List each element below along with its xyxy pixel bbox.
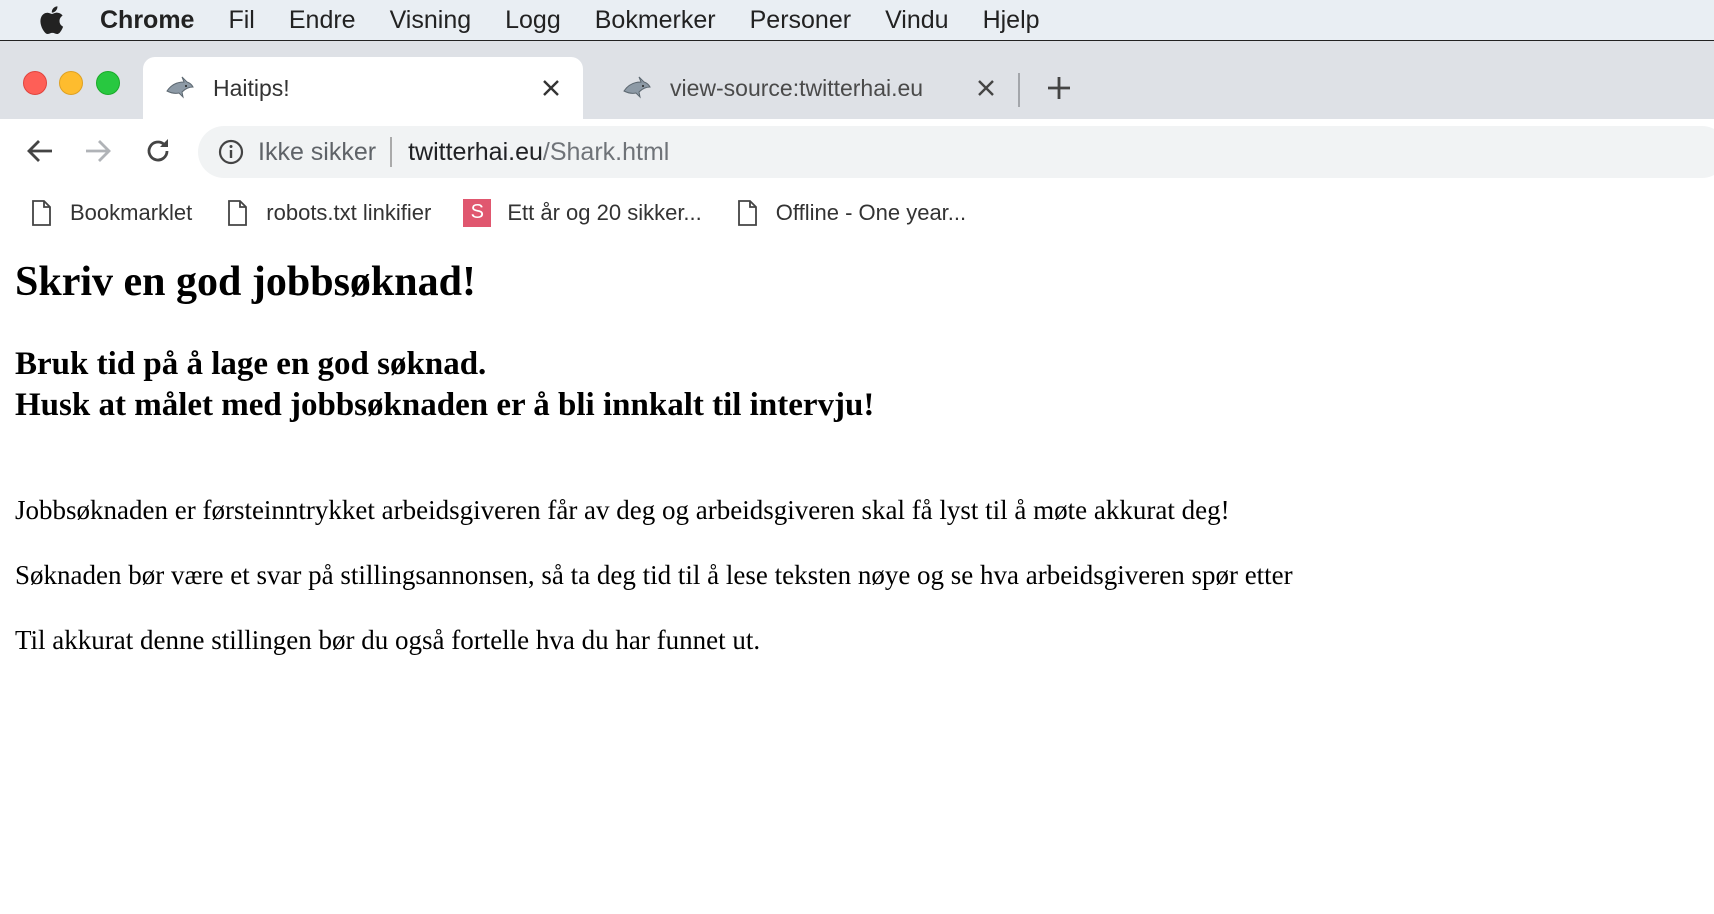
shark-favicon-icon (620, 72, 652, 104)
page-content: Skriv en god jobbsøknad! Bruk tid på å l… (0, 242, 1714, 914)
subheading-line-1: Bruk tid på å lage en god søknad. (15, 346, 487, 382)
menu-vindu[interactable]: Vindu (885, 6, 949, 35)
security-label[interactable]: Ikke sikker (258, 138, 376, 167)
paragraph-1: Jobbsøknaden er førsteinntrykket arbeids… (15, 495, 1230, 525)
tab-strip: Haitips! view-source:twitterhai.eu (0, 41, 1714, 119)
bookmark-label: Ett år og 20 sikker... (507, 199, 702, 225)
tab-divider (1018, 73, 1020, 107)
tab-title: view-source:twitterhai.eu (670, 74, 924, 101)
menu-personer[interactable]: Personer (750, 6, 851, 35)
s-favicon-icon: S (463, 198, 492, 227)
minimize-window-button[interactable] (59, 71, 83, 95)
browser-chrome: Haitips! view-source:twitterhai.eu Ikke … (0, 40, 1714, 243)
page-icon (734, 198, 760, 228)
menu-endre[interactable]: Endre (289, 6, 356, 35)
subheading-line-2: Husk at målet med jobbsøknaden er å bli … (15, 387, 875, 423)
menu-visning[interactable]: Visning (390, 6, 472, 35)
new-tab-button[interactable] (1042, 71, 1076, 105)
close-window-button[interactable] (23, 71, 47, 95)
menu-app-chrome[interactable]: Chrome (100, 6, 194, 35)
bookmark-label: Offline - One year... (775, 199, 967, 225)
tab-title: Haitips! (213, 74, 290, 101)
shark-favicon-icon (163, 72, 195, 104)
menu-hjelp[interactable]: Hjelp (983, 6, 1040, 35)
bookmark-ett-ar[interactable]: S Ett år og 20 sikker... (463, 198, 702, 227)
bookmarks-bar: Bookmarklet robots.txt linkifier S Ett å… (0, 183, 1714, 243)
toolbar: Ikke sikker twitterhai.eu /Shark.html (0, 119, 1714, 183)
bookmark-bookmarklet[interactable]: Bookmarklet (28, 198, 192, 228)
menu-fil[interactable]: Fil (228, 6, 254, 35)
tab-haitips[interactable]: Haitips! (143, 57, 583, 119)
url-host[interactable]: twitterhai.eu (408, 138, 543, 167)
bookmark-label: robots.txt linkifier (266, 199, 432, 225)
paragraph-3: Til akkurat denne stillingen bør du også… (15, 625, 761, 655)
url-path[interactable]: /Shark.html (543, 138, 669, 167)
apple-icon[interactable] (36, 3, 66, 37)
page-icon (224, 198, 250, 228)
page-icon (28, 198, 54, 228)
menu-logg[interactable]: Logg (505, 6, 561, 35)
page-heading: Skriv en god jobbsøknad! (15, 259, 476, 305)
reload-button[interactable] (138, 131, 178, 171)
omnibox-separator (390, 137, 393, 167)
zoom-window-button[interactable] (96, 71, 120, 95)
forward-button[interactable] (78, 131, 118, 171)
address-bar[interactable]: Ikke sikker twitterhai.eu /Shark.html (198, 126, 1714, 178)
back-button[interactable] (20, 131, 60, 171)
bookmark-offline[interactable]: Offline - One year... (734, 198, 966, 228)
info-icon[interactable] (218, 139, 244, 165)
close-tab-icon[interactable] (537, 74, 565, 102)
bookmark-robots-linkifier[interactable]: robots.txt linkifier (224, 198, 431, 228)
tab-view-source[interactable]: view-source:twitterhai.eu (600, 57, 1018, 119)
macos-menu-bar: Chrome Fil Endre Visning Logg Bokmerker … (0, 0, 1714, 40)
paragraph-2: Søknaden bør være et svar på stillingsan… (15, 560, 1293, 590)
menu-bokmerker[interactable]: Bokmerker (595, 6, 716, 35)
bookmark-label: Bookmarklet (70, 199, 193, 225)
close-tab-icon[interactable] (972, 74, 1000, 102)
